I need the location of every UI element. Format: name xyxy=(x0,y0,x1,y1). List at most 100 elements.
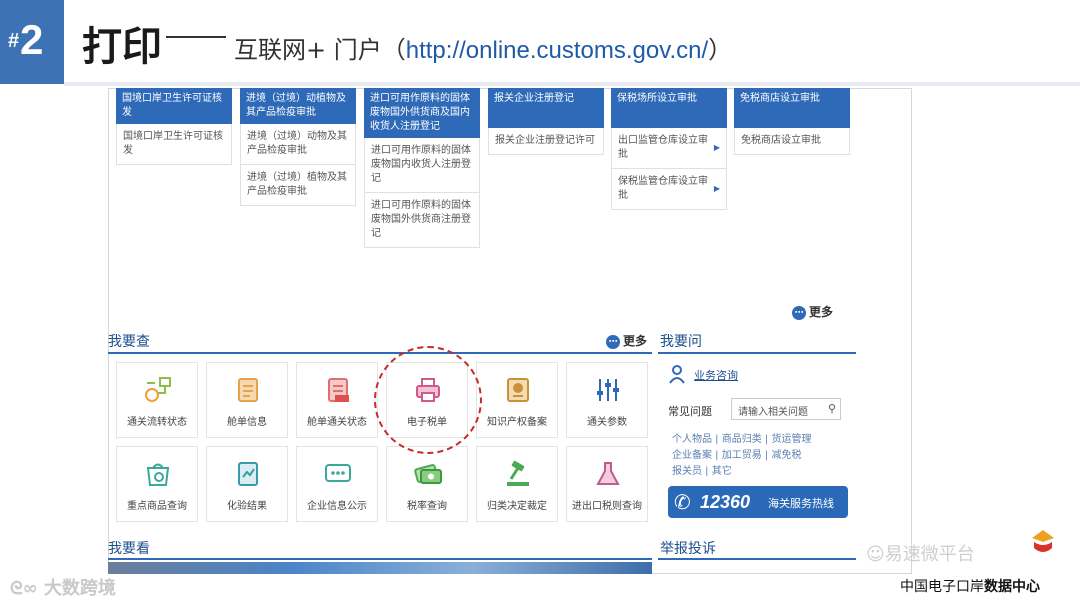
card-row[interactable]: 免税商店设立审批 xyxy=(734,128,850,155)
watermark-left: ᘓ∞ 大数跨境 xyxy=(10,574,116,600)
tile-label: 税率查询 xyxy=(407,501,447,512)
faq-link[interactable]: 货运管理 xyxy=(771,434,811,445)
faq-link[interactable]: 减免税 xyxy=(771,450,801,461)
wechat-icon: ☺ xyxy=(866,544,885,565)
card-row[interactable]: 报关企业注册登记许可 xyxy=(488,128,604,155)
ip-certificate-icon xyxy=(507,378,529,402)
gavel-icon xyxy=(507,460,529,486)
tile-ip-record[interactable]: 知识产权备案 xyxy=(476,362,558,438)
tile-label: 归类决定裁定 xyxy=(487,501,547,512)
service-card-duty-free[interactable]: 免税商店设立审批 免税商店设立审批 xyxy=(734,88,850,155)
faq-link[interactable]: 其它 xyxy=(712,466,732,477)
badge-hash: # xyxy=(8,30,20,52)
tile-label: 化验结果 xyxy=(227,501,267,512)
card-row[interactable]: 出口监管仓库设立审批 ▶ xyxy=(611,128,727,169)
flask-icon xyxy=(596,462,620,485)
tile-classification[interactable]: 归类决定裁定 xyxy=(476,446,558,522)
slide-number-badge: # 2 xyxy=(0,0,64,84)
service-card-solid-waste[interactable]: 进口可用作原料的固体废物国外供货商及国内收货人注册登记 进口可用作原料的固体废物… xyxy=(364,88,480,248)
portal-url-link[interactable]: http://online.customs.gov.cn/ xyxy=(406,37,708,64)
tile-label: 企业信息公示 xyxy=(307,501,367,512)
title-dash xyxy=(166,36,226,38)
more-icon: ⋯ xyxy=(606,334,620,349)
subtitle-suffix: ） xyxy=(708,36,733,64)
footer-brand: 中国电子口岸数据中心 xyxy=(900,576,1040,596)
card-head[interactable]: 进境（过境）动植物及其产品检疫审批 xyxy=(240,88,356,124)
faq-link-row: 个人物品 | 商品归类 | 货运管理 xyxy=(672,434,812,445)
bag-search-icon xyxy=(146,463,170,486)
faq-link[interactable]: 加工贸易 xyxy=(722,450,762,461)
tile-clearance-status[interactable]: 通关流转状态 xyxy=(116,362,198,438)
card-head[interactable]: 免税商店设立审批 xyxy=(734,88,850,128)
card-row[interactable]: 进境（过境）植物及其产品检疫审批 xyxy=(240,165,356,206)
footer-brand-bold: 数据中心 xyxy=(984,579,1040,595)
faq-link-row: 企业备案 | 加工贸易 | 减免税 xyxy=(672,450,802,461)
manifest-new-icon xyxy=(328,378,349,402)
look-section-rule xyxy=(108,558,652,560)
header-divider xyxy=(64,82,1080,86)
chat-icon xyxy=(325,464,351,482)
slide-title: 打印 xyxy=(82,24,162,70)
highlight-circle xyxy=(374,346,482,454)
card-row[interactable]: 进口可用作原料的固体废物国外供货商注册登记 xyxy=(364,193,480,248)
tile-enterprise-info[interactable]: 企业信息公示 xyxy=(296,446,378,522)
watermark-right-text: 易速微平台 xyxy=(884,544,975,565)
card-row-label: 出口监管仓库设立审批 xyxy=(618,135,708,160)
card-row-label: 保税监管仓库设立审批 xyxy=(618,176,708,201)
user-icon xyxy=(668,364,686,384)
card-row[interactable]: 国境口岸卫生许可证核发 xyxy=(116,124,232,165)
sliders-icon xyxy=(597,379,619,401)
card-row[interactable]: 进口可用作原料的固体废物国内收货人注册登记 xyxy=(364,138,480,193)
footer-brand-regular: 中国电子口岸 xyxy=(900,579,984,595)
report-section-title: 举报投诉 xyxy=(660,541,716,557)
card-head[interactable]: 进口可用作原料的固体废物国外供货商及国内收货人注册登记 xyxy=(364,88,480,138)
more-icon: ⋯ xyxy=(792,305,806,320)
tile-tariff-query[interactable]: 进出口税则查询 xyxy=(566,446,648,522)
look-section-title: 我要看 xyxy=(108,541,150,557)
hotline-text: 海关服务热线 xyxy=(768,498,834,510)
slide: # 2 打印 互联网+ 门户（http://online.customs.gov… xyxy=(0,0,1080,608)
search-icon[interactable]: ⚲ xyxy=(828,402,836,415)
faq-link[interactable]: 商品归类 xyxy=(722,434,762,445)
tile-label: 进出口税则查询 xyxy=(572,501,642,512)
tile-manifest-clearance[interactable]: 舱单通关状态 xyxy=(296,362,378,438)
badge-number: 2 xyxy=(20,16,44,63)
eport-logo-icon xyxy=(1032,530,1054,552)
service-card-health-license[interactable]: 国境口岸卫生许可证核发 国境口岸卫生许可证核发 xyxy=(116,88,232,165)
card-row[interactable]: 进境（过境）动物及其产品检疫审批 xyxy=(240,124,356,165)
tile-label: 通关参数 xyxy=(587,417,627,428)
more-services-link[interactable]: ⋯ 更多 xyxy=(792,303,833,320)
report-section-rule xyxy=(658,558,856,560)
money-icon xyxy=(414,464,442,484)
hotline-banner[interactable]: ✆ 12360 海关服务热线 xyxy=(668,486,848,518)
faq-search-input[interactable]: 请输入相关问题 ⚲ xyxy=(731,398,841,420)
phone-icon: ✆ xyxy=(674,492,691,514)
card-row[interactable]: 保税监管仓库设立审批 ▶ xyxy=(611,169,727,210)
chevron-right-icon: ▶ xyxy=(713,143,720,152)
card-head[interactable]: 报关企业注册登记 xyxy=(488,88,604,128)
tile-manifest-info[interactable]: 舱单信息 xyxy=(206,362,288,438)
look-banner-strip[interactable] xyxy=(108,562,652,574)
faq-link[interactable]: 个人物品 xyxy=(672,434,712,445)
service-card-bonded[interactable]: 保税场所设立审批 出口监管仓库设立审批 ▶ 保税监管仓库设立审批 ▶ xyxy=(611,88,727,210)
report-icon xyxy=(238,462,258,486)
service-card-customs-broker[interactable]: 报关企业注册登记 报关企业注册登记许可 xyxy=(488,88,604,155)
watermark-right: ☺易速微平台 xyxy=(866,540,975,566)
weibo-icon: ᘓ∞ xyxy=(10,578,44,599)
faq-search-placeholder: 请输入相关问题 xyxy=(738,407,808,418)
query-more-link[interactable]: ⋯ 更多 xyxy=(606,332,647,349)
faq-label: 常见问题 xyxy=(668,405,712,418)
subtitle-prefix: 互联网+ 门户（ xyxy=(234,36,406,64)
card-head[interactable]: 保税场所设立审批 xyxy=(611,88,727,128)
tile-clearance-params[interactable]: 通关参数 xyxy=(566,362,648,438)
tile-key-goods[interactable]: 重点商品查询 xyxy=(116,446,198,522)
tile-tax-rate[interactable]: 税率查询 xyxy=(386,446,468,522)
card-head[interactable]: 国境口岸卫生许可证核发 xyxy=(116,88,232,124)
tile-lab-results[interactable]: 化验结果 xyxy=(206,446,288,522)
consult-link[interactable]: 业务咨询 xyxy=(694,367,738,383)
service-card-quarantine[interactable]: 进境（过境）动植物及其产品检疫审批 进境（过境）动物及其产品检疫审批 进境（过境… xyxy=(240,88,356,206)
manifest-icon xyxy=(238,378,258,402)
faq-link[interactable]: 企业备案 xyxy=(672,450,712,461)
query-section-title: 我要查 xyxy=(108,334,150,350)
faq-link[interactable]: 报关员 xyxy=(672,466,702,477)
